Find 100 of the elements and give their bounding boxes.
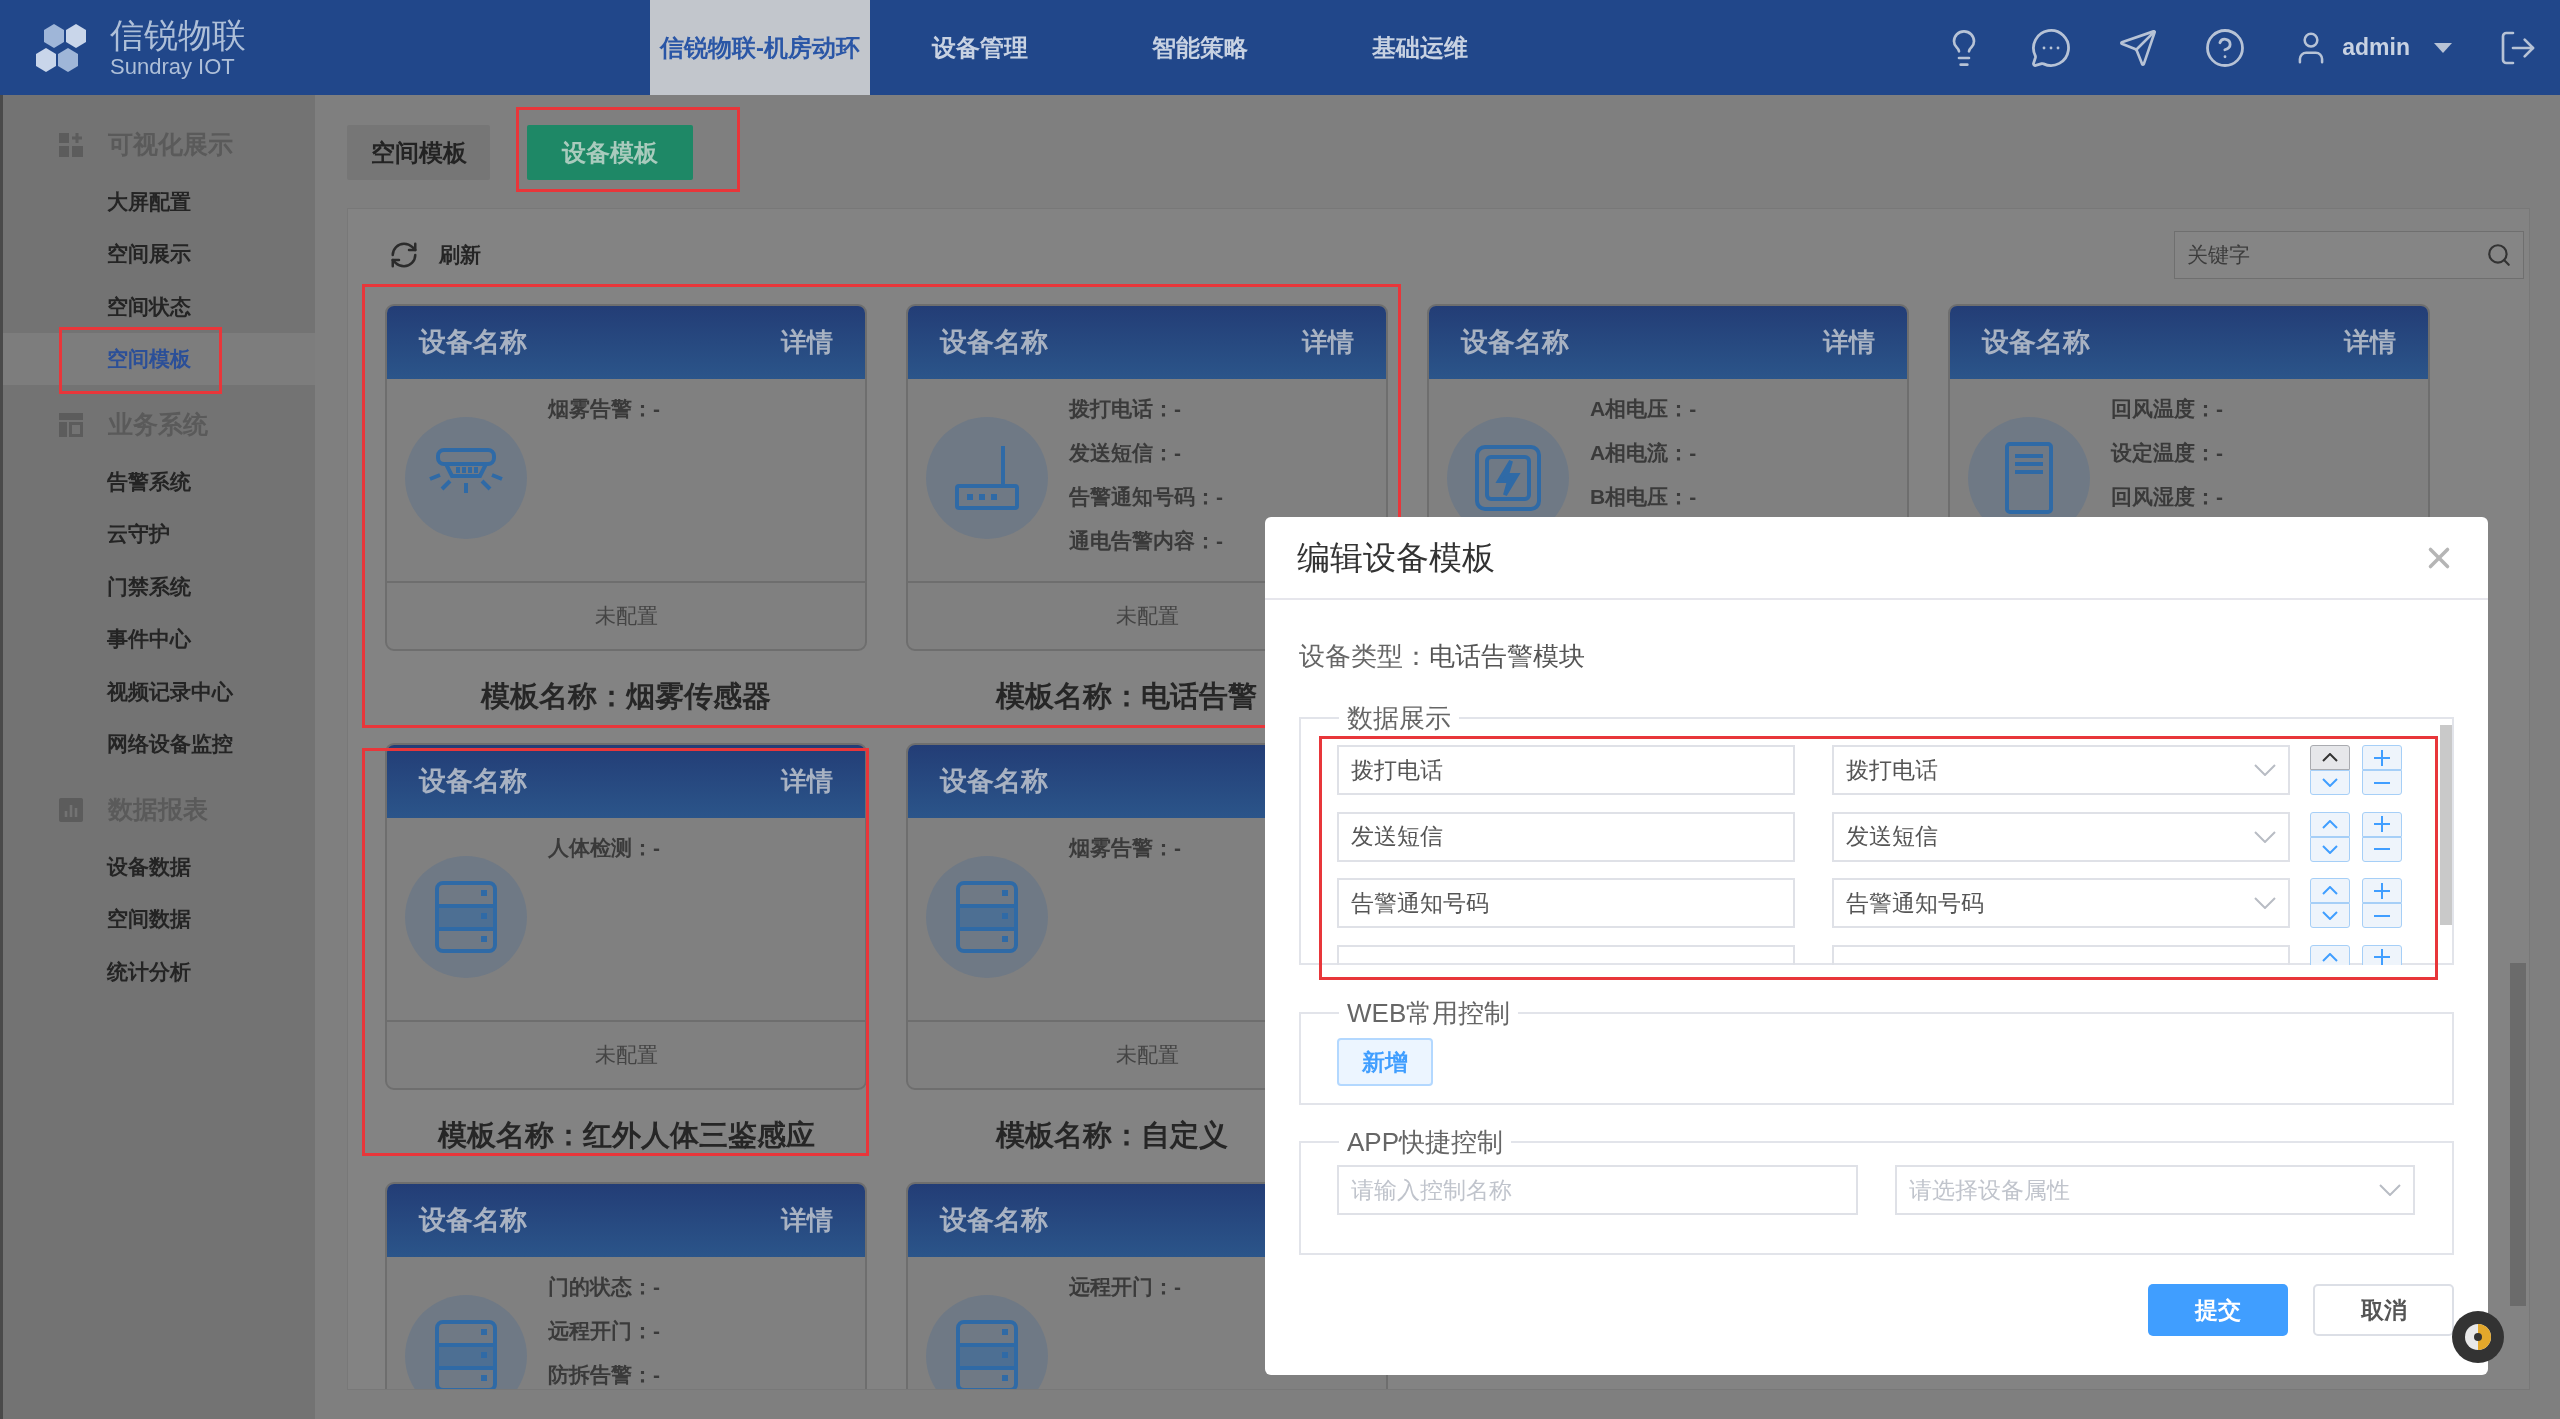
field-label: 通电告警内容：- — [1069, 528, 1223, 554]
attribute-select[interactable]: 请选择设备属性 — [1895, 1165, 2415, 1215]
sidebar-item[interactable]: 大屏配置 — [3, 175, 315, 228]
chevron-up-icon — [2322, 886, 2338, 896]
card-title: 设备名称 — [1982, 326, 2090, 360]
server-icon — [954, 1318, 1020, 1389]
move-down-button[interactable] — [2310, 903, 2350, 929]
nav-tab[interactable]: 设备管理 — [870, 0, 1090, 95]
sidebar-item[interactable]: 告警系统 — [3, 455, 315, 508]
minus-icon — [2374, 914, 2390, 917]
card-title: 设备名称 — [419, 765, 527, 799]
sidebar-item[interactable]: 网络设备监控 — [3, 717, 315, 770]
sidebar-item[interactable]: 门禁系统 — [3, 560, 315, 613]
page-scrollbar-thumb[interactable] — [2510, 963, 2526, 1306]
attribute-select[interactable]: 拨打电话 — [1832, 745, 2290, 795]
field-label: 设定温度：- — [2111, 440, 2223, 466]
refresh-link[interactable]: 刷新 — [439, 239, 481, 271]
sidebar-item[interactable]: 空间状态 — [3, 280, 315, 333]
field-label: 回风湿度：- — [2111, 484, 2223, 510]
add-row-button[interactable] — [2362, 745, 2402, 770]
scrollbar-thumb[interactable] — [2440, 725, 2452, 925]
name-field[interactable]: 拨打电话 — [1337, 745, 1795, 795]
card-title: 设备名称 — [940, 1204, 1048, 1238]
field-label: B相电压：- — [1590, 484, 1697, 510]
remove-row-button[interactable] — [2362, 770, 2402, 795]
attribute-select[interactable]: 告警通知号码 — [1832, 878, 2290, 929]
add-row-button[interactable] — [2362, 878, 2402, 904]
plus-icon — [2374, 882, 2390, 899]
sidebar-item[interactable]: 空间数据 — [3, 892, 315, 945]
card-title: 设备名称 — [940, 326, 1048, 360]
chevron-up-icon — [2322, 753, 2338, 762]
cabinet-icon — [2003, 440, 2055, 516]
nav-tab[interactable]: 智能策略 — [1090, 0, 1310, 95]
sidebar-item[interactable]: 空间模板 — [3, 332, 315, 385]
paper-plane-icon[interactable] — [2118, 27, 2159, 68]
detail-link[interactable]: 详情 — [1823, 323, 1875, 362]
minus-icon — [2374, 781, 2390, 784]
detail-link[interactable]: 详情 — [781, 323, 833, 362]
sidebar-item[interactable]: 空间展示 — [3, 227, 315, 280]
search-field[interactable]: 关键字 — [2174, 231, 2524, 279]
logo-subtitle: Sundray IOT — [110, 55, 236, 78]
caret-icon[interactable] — [2434, 42, 2452, 53]
server-icon — [954, 879, 1020, 955]
chat-icon[interactable] — [2030, 26, 2073, 69]
chevron-down-icon — [2322, 911, 2338, 921]
search-icon[interactable] — [2486, 242, 2512, 268]
remove-row-button[interactable] — [2362, 836, 2402, 862]
move-up-button[interactable] — [2310, 745, 2350, 770]
field-label: 烟雾告警：- — [548, 396, 660, 422]
section-legend: 数据展示 — [1339, 703, 1459, 733]
add-row-button[interactable] — [2362, 944, 2402, 965]
sidebar-item[interactable]: 设备数据 — [3, 840, 315, 893]
chevron-down-icon — [2322, 844, 2338, 854]
type-label: 设备类型： — [1299, 639, 1429, 673]
card-title: 设备名称 — [419, 1204, 527, 1238]
detail-link[interactable]: 详情 — [1302, 323, 1354, 362]
field-label: 拨打电话：- — [1069, 396, 1182, 422]
chevron-up-icon — [2322, 952, 2338, 962]
add-row-button[interactable] — [2362, 811, 2402, 837]
chevron-down-icon — [2379, 1184, 2401, 1196]
plus-icon — [2374, 749, 2390, 766]
detail-link[interactable]: 详情 — [781, 762, 833, 801]
cancel-button[interactable]: 取消 — [2313, 1284, 2454, 1336]
card-title: 设备名称 — [940, 765, 1048, 799]
detail-link[interactable]: 详情 — [2344, 323, 2396, 362]
control-name-field[interactable]: 请输入控制名称 — [1337, 1165, 1858, 1215]
section-legend: WEB常用控制 — [1339, 998, 1519, 1028]
name-field[interactable]: 发送短信 — [1337, 811, 1795, 862]
add-button[interactable]: 新增 — [1337, 1038, 1433, 1086]
wheel-icon — [2463, 1322, 2493, 1352]
plus-icon — [2374, 949, 2390, 965]
card-title: 设备名称 — [1461, 326, 1569, 360]
sidebar-item[interactable]: 视频记录中心 — [3, 665, 315, 718]
submit-button[interactable]: 提交 — [2148, 1284, 2288, 1336]
status-text: 未配置 — [1115, 603, 1179, 630]
sidebar-item[interactable]: 事件中心 — [3, 612, 315, 665]
sidebar-item[interactable]: 统计分析 — [3, 945, 315, 998]
field-label: 人体检测：- — [548, 835, 660, 861]
field-label: 远程开门：- — [548, 1318, 660, 1344]
sidebar-item[interactable]: 云守护 — [3, 507, 315, 560]
template-name: 模板名称：电话告警 — [996, 679, 1257, 715]
type-value: 电话告警模块 — [1429, 639, 1585, 673]
chevron-down-icon — [2254, 897, 2276, 910]
name-field[interactable]: 告警通知号码 — [1337, 878, 1795, 929]
card-title: 设备名称 — [419, 326, 527, 360]
logo-name: 信锐物联 — [110, 17, 246, 52]
detail-link[interactable]: 详情 — [781, 1201, 833, 1240]
remove-row-button[interactable] — [2362, 903, 2402, 929]
chevron-down-icon — [2322, 778, 2338, 787]
template-tab[interactable]: 设备模板 — [527, 125, 693, 180]
template-tab[interactable]: 空间模板 — [347, 125, 490, 180]
chevron-down-icon — [2254, 830, 2276, 843]
attribute-select[interactable]: 发送短信 — [1832, 811, 2290, 862]
move-down-button[interactable] — [2310, 836, 2350, 862]
refresh-icon[interactable] — [389, 240, 419, 270]
help-icon[interactable] — [2204, 26, 2247, 69]
user-name[interactable]: admin — [2342, 30, 2410, 65]
nav-tab[interactable]: 基础运维 — [1310, 0, 1530, 95]
nav-tab[interactable]: 信锐物联-机房动环 — [650, 0, 870, 95]
status-text: 未配置 — [1115, 1042, 1179, 1069]
